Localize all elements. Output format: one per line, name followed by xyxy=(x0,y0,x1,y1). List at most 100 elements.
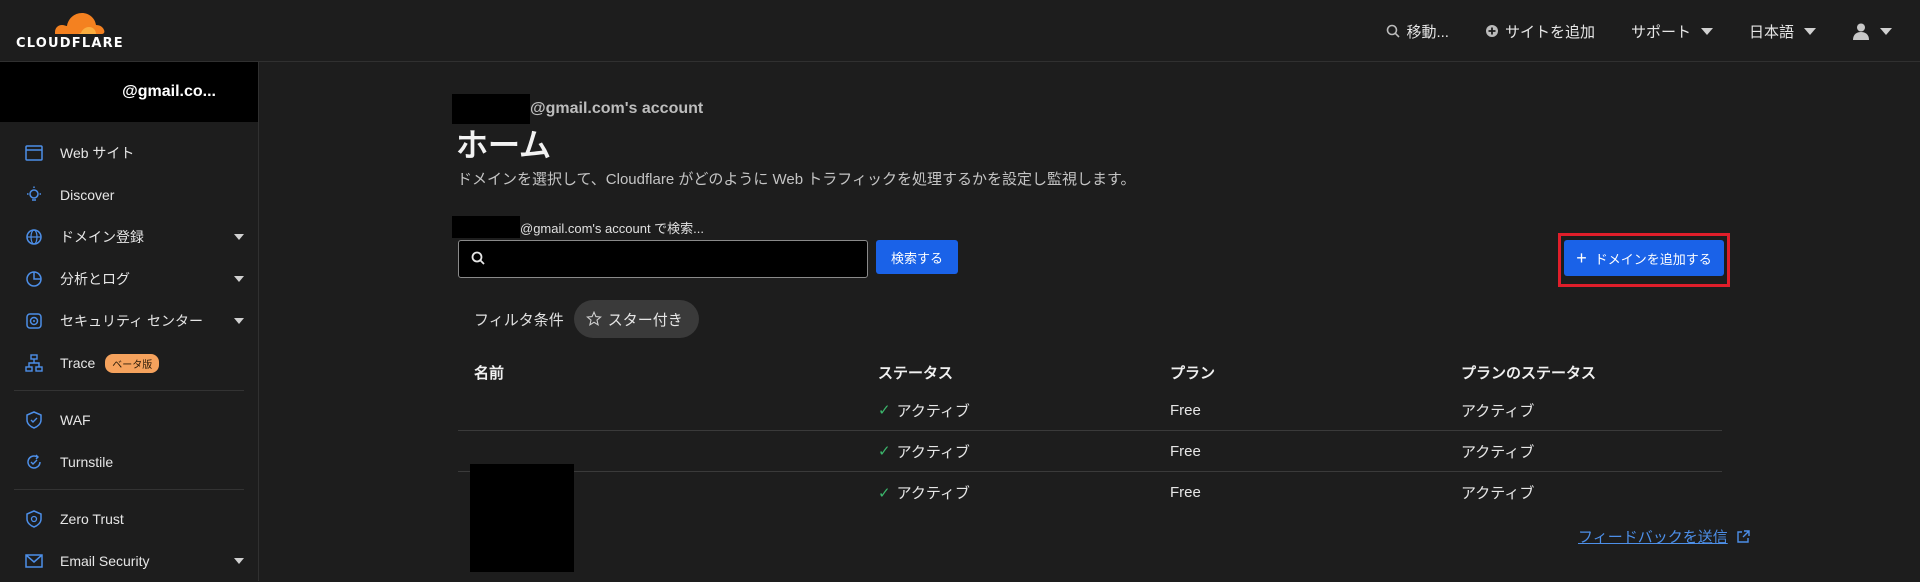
add-domain-label: ドメインを追加する xyxy=(1594,251,1712,267)
account-label: @gmail.co... xyxy=(122,83,216,100)
status-text: アクティブ xyxy=(896,402,970,420)
goto-button[interactable]: 移動... xyxy=(1386,21,1449,42)
plan-status-cell: アクティブ xyxy=(1461,443,1535,461)
redacted-block xyxy=(470,464,574,572)
add-site-button[interactable]: サイトを追加 xyxy=(1485,21,1595,42)
feedback-link[interactable]: フィードバックを送信 xyxy=(1578,526,1750,547)
language-menu[interactable]: 日本語 xyxy=(1749,21,1816,42)
domains-table: 名前 ステータス プラン プランのステータス ✓ アクティブ Free アクティブ… xyxy=(458,354,1722,513)
plus-icon: + xyxy=(1576,248,1587,268)
chevron-down-icon[interactable] xyxy=(234,276,244,282)
sidebar-item-label: ドメイン登録 xyxy=(60,229,144,245)
mail-icon xyxy=(24,551,44,571)
page-title: ホーム xyxy=(456,127,552,163)
sidebar-item-turnstile[interactable]: Turnstile xyxy=(0,441,258,483)
sidebar-item-waf[interactable]: WAF xyxy=(0,399,258,441)
cloudflare-logo[interactable]: CLOUDFLARE xyxy=(16,10,124,51)
check-icon: ✓ xyxy=(878,484,891,502)
refresh-check-icon xyxy=(24,452,44,472)
sidebar-item-discover[interactable]: Discover xyxy=(0,174,258,216)
sidebar: @gmail.co... Web サイト Discover ドメイン登録 分析と… xyxy=(0,62,259,581)
filter-label: フィルタ条件 xyxy=(474,311,564,329)
flow-icon xyxy=(24,353,44,373)
user-menu[interactable] xyxy=(1852,22,1892,40)
status-text: アクティブ xyxy=(896,443,970,461)
plan-cell: Free xyxy=(1170,401,1201,419)
table-row[interactable]: ✓ アクティブ Free アクティブ xyxy=(458,390,1722,431)
main-content: @gmail.com's account ホーム ドメインを選択して、Cloud… xyxy=(260,62,1920,581)
language-label: 日本語 xyxy=(1748,23,1794,41)
sidebar-item-websites[interactable]: Web サイト xyxy=(0,132,258,174)
status-cell: ✓ アクティブ xyxy=(878,441,1170,462)
support-menu[interactable]: サポート xyxy=(1631,21,1713,42)
sidebar-item-analytics-logs[interactable]: 分析とログ xyxy=(0,258,258,300)
sidebar-divider xyxy=(14,390,244,391)
plan-status-cell: アクティブ xyxy=(1461,485,1535,502)
column-header-name[interactable]: 名前 xyxy=(458,362,878,383)
redacted-block xyxy=(452,216,520,238)
goto-label: 移動... xyxy=(1406,23,1449,41)
shield-check-icon xyxy=(24,509,44,529)
sidebar-item-label: Trace xyxy=(60,355,96,371)
sidebar-item-domain-registration[interactable]: ドメイン登録 xyxy=(0,216,258,258)
page-description: ドメインを選択して、Cloudflare がどのように Web トラフィックを処… xyxy=(457,171,1136,188)
browser-window-icon xyxy=(24,143,44,163)
cloud-logo-icon xyxy=(55,13,105,34)
search-label: @gmail.com's account で検索... xyxy=(452,216,704,238)
sidebar-item-label: WAF xyxy=(60,412,91,428)
chevron-down-icon[interactable] xyxy=(234,318,244,324)
sidebar-item-zero-trust[interactable]: Zero Trust xyxy=(0,498,258,540)
sidebar-nav: Web サイト Discover ドメイン登録 分析とログ セキュリティ センタ… xyxy=(0,122,258,582)
search-icon xyxy=(1387,24,1401,38)
sidebar-item-label: Discover xyxy=(60,187,115,203)
status-text: アクティブ xyxy=(896,485,970,502)
table-row[interactable]: ✓ アクティブ Free アクティブ xyxy=(458,472,1722,513)
shield-icon xyxy=(24,410,44,430)
brand-wordmark: CLOUDFLARE xyxy=(16,36,124,51)
status-cell: ✓ アクティブ xyxy=(878,400,1170,421)
top-bar: CLOUDFLARE 移動... サイトを追加 サポート 日本語 xyxy=(0,0,1920,62)
table-row[interactable]: ✓ アクティブ Free アクティブ xyxy=(458,431,1722,472)
search-button[interactable]: 検索する xyxy=(876,240,958,274)
plan-status-cell: アクティブ xyxy=(1461,402,1535,420)
feedback-label: フィードバックを送信 xyxy=(1578,529,1728,546)
starred-chip-label: スター付き xyxy=(607,311,683,329)
sidebar-item-email-security[interactable]: Email Security xyxy=(0,540,258,582)
check-icon: ✓ xyxy=(878,402,891,419)
sidebar-item-label: セキュリティ センター xyxy=(60,313,204,329)
target-icon xyxy=(24,311,44,331)
support-label: サポート xyxy=(1630,23,1691,41)
external-link-icon xyxy=(1737,529,1750,543)
chevron-down-icon[interactable] xyxy=(234,234,244,240)
column-header-status[interactable]: ステータス xyxy=(878,362,1170,383)
chevron-down-icon xyxy=(1804,27,1816,35)
column-header-plan[interactable]: プラン xyxy=(1170,362,1461,383)
search-input[interactable] xyxy=(493,241,863,277)
sidebar-item-label: Turnstile xyxy=(60,454,114,470)
account-switcher[interactable]: @gmail.co... xyxy=(0,62,258,122)
column-header-plan-status[interactable]: プランのステータス xyxy=(1461,362,1722,383)
table-header: 名前 ステータス プラン プランのステータス xyxy=(458,354,1722,390)
user-icon xyxy=(1853,23,1869,40)
search-field[interactable] xyxy=(458,240,868,278)
chevron-down-icon xyxy=(1880,27,1892,35)
sidebar-item-label: Web サイト xyxy=(60,145,135,161)
sidebar-item-trace[interactable]: Trace ベータ版 xyxy=(0,342,258,384)
sidebar-item-label: Email Security xyxy=(60,553,150,569)
filter-bar: フィルタ条件 スター付き xyxy=(474,300,699,338)
starred-filter-chip[interactable]: スター付き xyxy=(573,300,699,338)
pie-chart-icon xyxy=(24,269,44,289)
account-name: @gmail.com's account xyxy=(530,100,704,117)
lightbulb-icon xyxy=(24,185,44,205)
search-label-text: @gmail.com's account で検索... xyxy=(520,220,705,236)
check-icon: ✓ xyxy=(878,443,891,460)
sidebar-divider xyxy=(14,489,244,490)
plus-circle-icon xyxy=(1485,25,1498,37)
add-domain-button[interactable]: + ドメインを追加する xyxy=(1564,240,1724,276)
sidebar-item-security-center[interactable]: セキュリティ センター xyxy=(0,300,258,342)
top-navigation: 移動... サイトを追加 サポート 日本語 xyxy=(1386,0,1892,62)
sidebar-item-label: Zero Trust xyxy=(60,511,124,527)
search-icon xyxy=(471,251,485,265)
beta-badge: ベータ版 xyxy=(105,353,160,373)
chevron-down-icon[interactable] xyxy=(234,558,244,564)
